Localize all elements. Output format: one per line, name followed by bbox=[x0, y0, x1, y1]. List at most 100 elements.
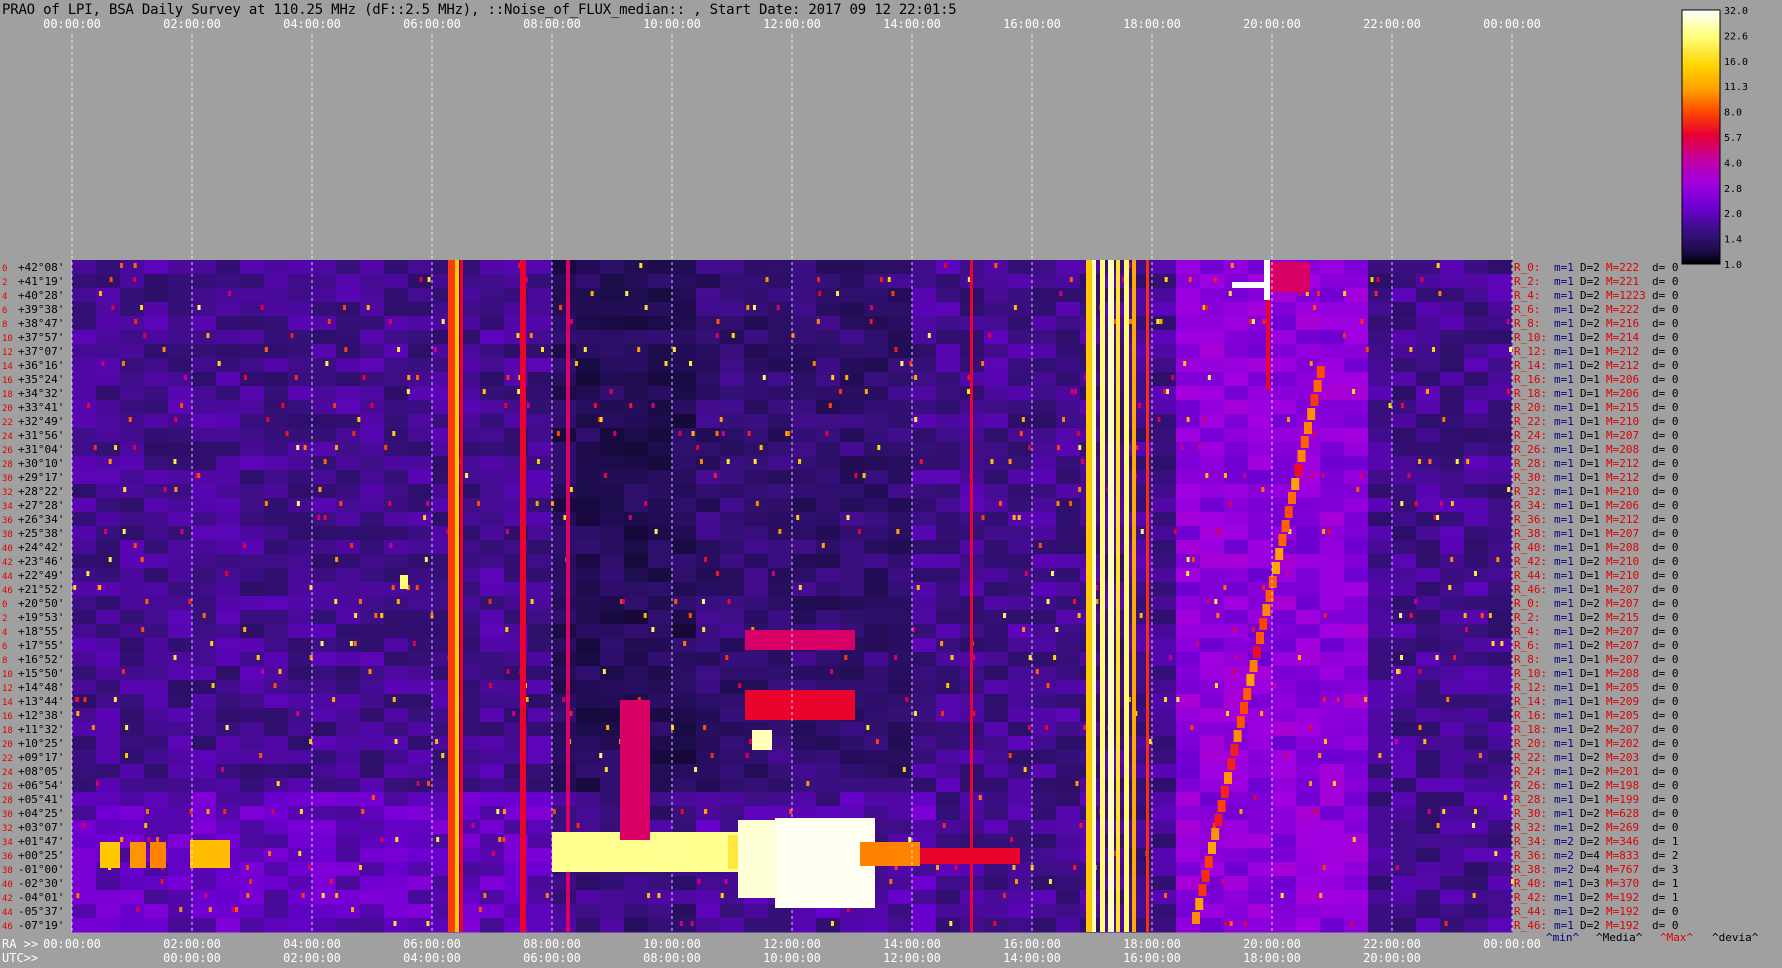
heatmap-cell bbox=[96, 918, 121, 933]
speckle bbox=[683, 641, 687, 646]
heatmap-cell bbox=[312, 330, 337, 345]
beam-median: D=1 bbox=[1580, 401, 1600, 414]
speckle bbox=[1450, 557, 1454, 562]
heatmap-cell bbox=[192, 512, 217, 527]
heatmap-cell bbox=[768, 582, 793, 597]
heatmap-cell bbox=[1296, 330, 1321, 345]
heatmap-cell bbox=[1416, 400, 1441, 415]
heatmap-cell bbox=[360, 442, 385, 457]
utc-tick-label: 06:00:00 bbox=[523, 951, 581, 965]
heatmap-cell bbox=[1200, 372, 1225, 387]
heatmap-cell bbox=[528, 554, 553, 569]
heatmap-cell bbox=[648, 386, 673, 401]
heatmap-cell bbox=[96, 876, 121, 891]
heatmap-cell bbox=[696, 806, 721, 821]
heatmap-cell bbox=[840, 414, 865, 429]
beam-max: M=1223 bbox=[1606, 289, 1646, 302]
row-index: 24 bbox=[2, 768, 13, 778]
heatmap-cell bbox=[1008, 736, 1033, 751]
speckle bbox=[433, 347, 437, 352]
beam-id: R_38: bbox=[1514, 527, 1547, 540]
heatmap-cell bbox=[288, 638, 313, 653]
heatmap-cell bbox=[240, 288, 265, 303]
heatmap-cell bbox=[1200, 330, 1225, 345]
heatmap-cell bbox=[1152, 666, 1177, 681]
heatmap-cell bbox=[696, 582, 721, 597]
heatmap-cell bbox=[720, 806, 745, 821]
heatmap-cell bbox=[672, 764, 697, 779]
speckle bbox=[120, 837, 124, 842]
speckle bbox=[260, 305, 264, 310]
heatmap-cell bbox=[1224, 414, 1249, 429]
beam-median: D=2 bbox=[1580, 555, 1600, 568]
speckle bbox=[1400, 655, 1404, 660]
beam-median: D=1 bbox=[1580, 527, 1600, 540]
heatmap-cell bbox=[1056, 736, 1081, 751]
heatmap-cell bbox=[120, 386, 145, 401]
heatmap-cell bbox=[120, 288, 145, 303]
heatmap-cell bbox=[144, 540, 169, 555]
beam-median: D=2 bbox=[1580, 765, 1600, 778]
heatmap-cell bbox=[1008, 358, 1033, 373]
beam-dev: d= 0 bbox=[1652, 303, 1679, 316]
speckle bbox=[366, 305, 370, 310]
beam-id: R_24: bbox=[1514, 429, 1547, 442]
speckle bbox=[1356, 487, 1360, 492]
heatmap-cell bbox=[792, 582, 817, 597]
heatmap-cell bbox=[672, 624, 697, 639]
heatmap-cell bbox=[936, 470, 961, 485]
heatmap-cell bbox=[384, 904, 409, 919]
heatmap-cell bbox=[1416, 680, 1441, 695]
heatmap-cell bbox=[288, 736, 313, 751]
heatmap-cell bbox=[792, 400, 817, 415]
heatmap-cell bbox=[744, 540, 769, 555]
speckle bbox=[1163, 389, 1167, 394]
heatmap-cell bbox=[408, 708, 433, 723]
heatmap-cell bbox=[1200, 428, 1225, 443]
heatmap-cell bbox=[816, 596, 841, 611]
heatmap-cell bbox=[456, 666, 481, 681]
heatmap-cell bbox=[288, 288, 313, 303]
heatmap-cell bbox=[1056, 568, 1081, 583]
heatmap-cell bbox=[1152, 876, 1177, 891]
speckle bbox=[133, 263, 137, 268]
drift-track bbox=[1291, 478, 1300, 490]
speckle bbox=[1024, 571, 1028, 576]
heatmap-cell bbox=[360, 470, 385, 485]
heatmap-cell bbox=[744, 274, 769, 289]
speckle bbox=[249, 879, 253, 884]
heatmap-cell bbox=[1416, 610, 1441, 625]
heatmap-cell bbox=[1320, 848, 1345, 863]
heatmap-cell bbox=[552, 904, 577, 919]
dec-label: +24°42' bbox=[18, 541, 64, 554]
heatmap-cell bbox=[1176, 862, 1201, 877]
heatmap-cell bbox=[576, 456, 601, 471]
heatmap-cell bbox=[816, 330, 841, 345]
heatmap-cell bbox=[936, 302, 961, 317]
heatmap-cell bbox=[1368, 652, 1393, 667]
heatmap-cell bbox=[480, 274, 505, 289]
heatmap-cell bbox=[1392, 806, 1417, 821]
heatmap-cell bbox=[1272, 736, 1297, 751]
dec-label: +36°16' bbox=[18, 359, 64, 372]
speckle bbox=[1370, 277, 1374, 282]
beam-median: D=1 bbox=[1580, 373, 1600, 386]
heatmap-cell bbox=[936, 708, 961, 723]
heatmap-cell bbox=[192, 750, 217, 765]
speckle bbox=[296, 501, 300, 506]
speckle bbox=[703, 725, 707, 730]
speckle bbox=[1506, 389, 1510, 394]
heatmap-cell bbox=[864, 498, 889, 513]
heatmap-cell bbox=[792, 512, 817, 527]
beam-max: M=212 bbox=[1606, 457, 1639, 470]
heatmap-cell bbox=[912, 554, 937, 569]
heatmap-cell bbox=[144, 918, 169, 933]
speckle bbox=[818, 291, 822, 296]
heatmap-cell bbox=[1032, 330, 1057, 345]
heatmap-cell bbox=[192, 792, 217, 807]
beam-min: m=1 bbox=[1554, 359, 1574, 372]
heatmap-cell bbox=[720, 302, 745, 317]
heatmap-cell bbox=[552, 344, 577, 359]
heatmap-cell bbox=[384, 484, 409, 499]
heatmap-cell bbox=[264, 792, 289, 807]
